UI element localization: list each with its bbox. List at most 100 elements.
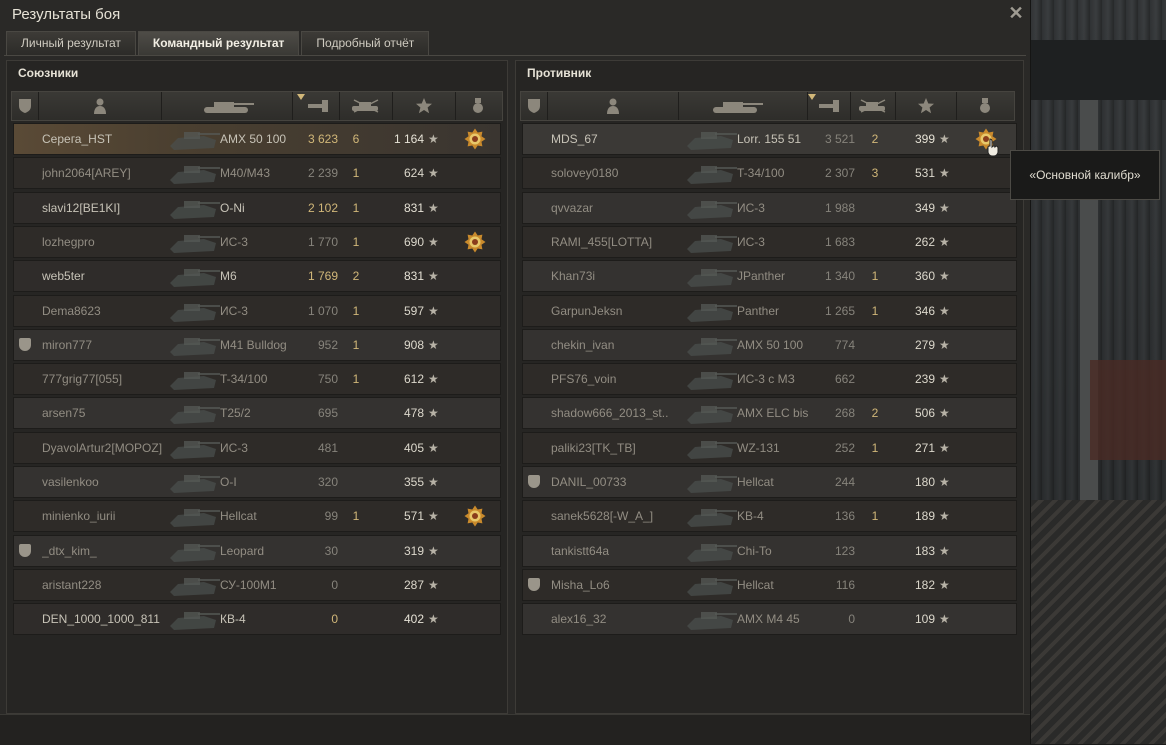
player-row[interactable]: vasilenkoo O-I 320 355 ★ (13, 466, 501, 498)
medal-cell[interactable] (462, 536, 486, 566)
xp-column-header[interactable] (896, 92, 957, 120)
player-row[interactable]: Dema8623 ИС-3 1 070 1 597 ★ (13, 294, 501, 327)
medal-cell[interactable] (462, 193, 486, 223)
damage-value: 2 307 (824, 166, 855, 181)
kills-column-header[interactable] (851, 92, 896, 120)
medal-cell[interactable] (973, 536, 997, 566)
player-name: vasilenkoo (42, 475, 99, 489)
vehicle-name: AMX ELC bis (737, 406, 809, 421)
medal-cell[interactable] (973, 227, 997, 257)
tab-team[interactable]: Командный результат (137, 31, 300, 55)
medal-cell[interactable] (462, 124, 486, 154)
player-row[interactable]: sanek5628[-W_A_] KB-4 136 1 189 ★ (522, 500, 1017, 533)
medal-column-header[interactable] (456, 92, 501, 120)
xp-value: 279 (914, 337, 935, 352)
kills-column-header[interactable] (340, 92, 393, 120)
damage-column-header[interactable] (808, 92, 851, 120)
medal-cell[interactable] (973, 296, 997, 326)
player-row[interactable]: 777grig77[055] T-34/100 750 1 612 ★ (13, 363, 501, 396)
medal-cell[interactable] (973, 467, 997, 497)
medal-cell[interactable] (973, 158, 997, 188)
medal-cell[interactable] (462, 296, 486, 326)
player-row[interactable]: chekin_ivan AMX 50 100 774 279 ★ (522, 328, 1017, 361)
xp-star-icon: ★ (428, 372, 439, 387)
kills-value (863, 364, 887, 394)
player-row[interactable]: Misha_Lo6 Hellcat 116 182 ★ (522, 568, 1017, 601)
player-row[interactable]: tankistt64a Chi-To 123 183 ★ (522, 534, 1017, 567)
player-row[interactable]: alex16_32 AMX M4 45 0 109 ★ (522, 603, 1017, 636)
player-row[interactable]: slavi12[BE1KI] O-Ni 2 102 1 831 ★ (13, 191, 501, 224)
medal-cell[interactable] (973, 604, 997, 634)
clan-cell (18, 364, 34, 394)
medal-cell[interactable] (973, 433, 997, 463)
medal-cell[interactable] (462, 433, 486, 463)
player-row[interactable]: web5ter M6 1 769 2 831 ★ (13, 260, 501, 293)
player-row[interactable]: qvvazar ИС-3 1 988 349 ★ (522, 191, 1017, 224)
medal-cell[interactable] (973, 261, 997, 291)
damage-value: 2 102 (307, 200, 338, 215)
player-row[interactable]: paliki23[TK_TB] WZ-131 252 1 271 ★ (522, 431, 1017, 464)
player-row[interactable]: MDS_67 Lorr. 155 51 3 521 2 399 ★ (522, 123, 1017, 155)
medal-cell[interactable] (973, 364, 997, 394)
medal-cell[interactable] (973, 193, 997, 223)
medal-cell[interactable] (973, 330, 997, 360)
xp-star-icon: ★ (939, 166, 950, 181)
player-row[interactable]: PFS76_voin ИС-3 с МЗ 662 239 ★ (522, 363, 1017, 396)
player-row[interactable]: miron777 M41 Bulldog 952 1 908 ★ (13, 328, 501, 361)
tank-silhouette-icon (164, 330, 224, 360)
player-row[interactable]: RAMI_455[LOTTA] ИС-3 1 683 262 ★ (522, 225, 1017, 258)
player-row[interactable]: john2064[AREY] M40/M43 2 239 1 624 ★ (13, 157, 501, 190)
medal-cell[interactable] (462, 467, 486, 497)
kills-value: 1 (352, 200, 360, 215)
xp-column-header[interactable] (393, 92, 456, 120)
player-row[interactable]: DyavolArtur2[MOPOZ] ИС-3 481 405 ★ (13, 431, 501, 464)
player-row[interactable]: Серега_HST AMX 50 100 3 623 6 1 164 ★ (13, 123, 501, 155)
player-row[interactable]: _dtx_kim_ Leopard 30 319 ★ (13, 534, 501, 567)
medal-cell[interactable] (462, 398, 486, 428)
player-row[interactable]: Khan73i JPanther 1 340 1 360 ★ (522, 260, 1017, 293)
player-row[interactable]: minienko_iurii Hellcat 99 1 571 ★ (13, 500, 501, 533)
tank-silhouette-icon (681, 501, 741, 531)
medal-cell[interactable] (462, 261, 486, 291)
player-row[interactable]: aristant228 СУ-100М1 0 287 ★ (13, 568, 501, 601)
player-row[interactable]: lozhegpro ИС-3 1 770 1 690 ★ (13, 225, 501, 258)
player-column-header[interactable] (548, 92, 679, 120)
medal-cell[interactable] (462, 364, 486, 394)
medal-cell[interactable] (462, 570, 486, 600)
medal-cell[interactable] (973, 501, 997, 531)
xp-value: 319 (403, 543, 424, 558)
medal-cell[interactable] (462, 158, 486, 188)
medal-cell[interactable] (462, 227, 486, 257)
player-name: john2064[AREY] (42, 166, 131, 181)
tank-silhouette-icon (164, 296, 224, 326)
player-column-header[interactable] (39, 92, 162, 120)
player-row[interactable]: arsen75 T25/2 695 478 ★ (13, 397, 501, 430)
clan-column-header[interactable] (521, 92, 548, 120)
vehicle-column-header[interactable] (162, 92, 293, 120)
xp-star-icon: ★ (428, 303, 439, 318)
xp-value: 908 (403, 337, 424, 352)
medal-cell[interactable] (462, 604, 486, 634)
player-row[interactable]: DANIL_00733 Hellcat 244 180 ★ (522, 466, 1017, 498)
medal-cell[interactable] (973, 570, 997, 600)
kills-value: 2 (871, 132, 879, 146)
tab-detailed[interactable]: Подробный отчёт (301, 31, 430, 55)
clan-cell (527, 227, 543, 257)
medal-cell[interactable] (462, 501, 486, 531)
medal-cell[interactable] (973, 398, 997, 428)
close-icon[interactable]: ✕ (1006, 3, 1026, 23)
medal-cell[interactable] (462, 330, 486, 360)
clan-column-header[interactable] (12, 92, 39, 120)
tab-personal[interactable]: Личный результат (6, 31, 136, 55)
clan-cell (527, 433, 543, 463)
player-name: sanek5628[-W_A_] (551, 509, 654, 524)
player-row[interactable]: solovey0180 T-34/100 2 307 3 531 ★ (522, 157, 1017, 190)
player-row[interactable]: GarpunJeksn Panther 1 265 1 346 ★ (522, 294, 1017, 327)
damage-column-header[interactable] (293, 92, 340, 120)
player-row[interactable]: DEN_1000_1000_811 КВ-4 0 402 ★ (13, 603, 501, 636)
player-row[interactable]: shadow666_2013_st.. AMX ELC bis 268 2 50… (522, 397, 1017, 430)
tank-silhouette-icon (164, 193, 224, 223)
damage-icon (819, 100, 839, 112)
vehicle-column-header[interactable] (679, 92, 808, 120)
medal-column-header[interactable] (957, 92, 1013, 120)
